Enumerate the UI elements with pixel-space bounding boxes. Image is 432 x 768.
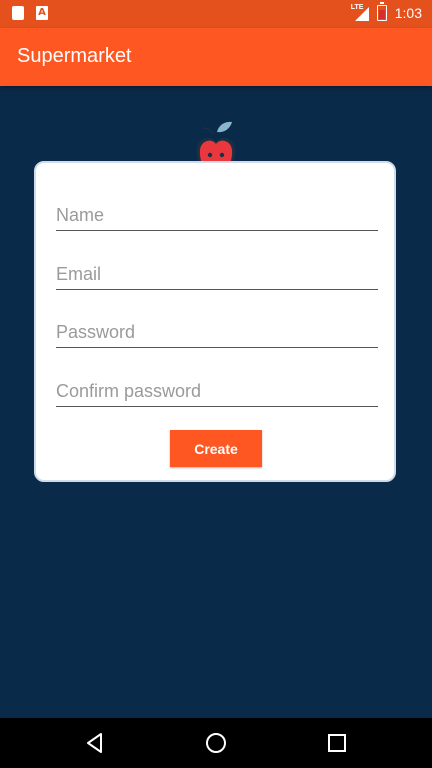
home-icon[interactable] bbox=[203, 730, 229, 756]
name-input[interactable] bbox=[56, 201, 378, 229]
email-input[interactable] bbox=[56, 260, 378, 288]
a-notification-icon: A bbox=[36, 6, 48, 20]
confirm-password-field bbox=[56, 377, 378, 407]
clock: 1:03 bbox=[394, 5, 422, 21]
navigation-bar bbox=[0, 718, 432, 768]
name-field bbox=[56, 201, 378, 231]
battery-icon bbox=[376, 2, 387, 21]
app-title: Supermarket bbox=[17, 45, 132, 67]
email-field bbox=[56, 260, 378, 290]
password-field bbox=[56, 318, 378, 348]
create-button[interactable]: Create bbox=[170, 430, 262, 467]
sd-card-icon bbox=[12, 6, 24, 20]
back-icon[interactable] bbox=[82, 730, 108, 756]
signup-card: Create bbox=[34, 161, 396, 482]
password-input[interactable] bbox=[56, 318, 378, 346]
status-bar: A LTE 1:03 bbox=[0, 0, 432, 28]
confirm-password-input[interactable] bbox=[56, 377, 378, 405]
app-bar: Supermarket bbox=[0, 28, 432, 86]
signal-icon: LTE bbox=[351, 4, 369, 21]
notification-letter: A bbox=[38, 7, 46, 18]
recents-icon[interactable] bbox=[324, 730, 350, 756]
